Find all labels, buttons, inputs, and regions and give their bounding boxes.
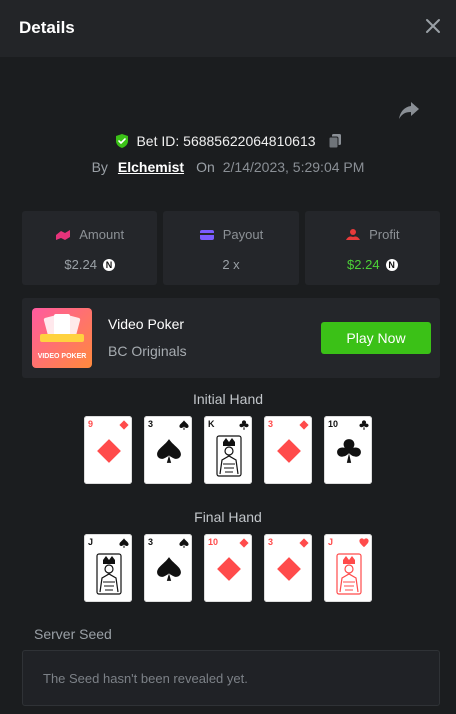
card-rank: 10 xyxy=(208,537,219,547)
diamond-suit-icon xyxy=(119,420,129,430)
card-rank: J xyxy=(88,537,94,547)
playing-card: J xyxy=(84,534,132,602)
copy-icon[interactable] xyxy=(328,133,342,149)
bet-id: Bet ID: 56885622064810613 xyxy=(136,133,316,149)
verified-shield-icon xyxy=(116,134,129,148)
on-label: On xyxy=(196,159,215,175)
profit-value: $2.24 xyxy=(347,257,380,272)
face-card-figure-icon xyxy=(96,553,122,595)
bet-stats: Amount $2.24 N Payout 2 x Profit $2.24 N xyxy=(22,211,440,285)
amount-icon xyxy=(56,229,71,240)
club-suit-icon xyxy=(359,420,369,430)
diamond-suit-icon xyxy=(277,439,301,463)
card-rank: K xyxy=(208,419,215,429)
playing-card: J xyxy=(324,534,372,602)
diamond-suit-icon xyxy=(277,557,301,581)
playing-card: 3 xyxy=(264,534,312,602)
bet-author-row: By Elchemist On 2/14/2023, 5:29:04 PM xyxy=(0,157,456,177)
playing-card: 3 xyxy=(144,416,192,484)
card-rank: 3 xyxy=(268,419,274,429)
playing-card: 10 xyxy=(324,416,372,484)
final-hand: J 3 10 3 J xyxy=(0,534,456,604)
card-rank: J xyxy=(328,537,334,547)
card-rank: 10 xyxy=(328,419,339,429)
wallet-icon xyxy=(199,229,214,240)
card-rank: 3 xyxy=(268,537,274,547)
share-icon[interactable] xyxy=(397,98,421,122)
stat-payout: Payout 2 x xyxy=(163,211,299,285)
initial-hand: 9 3 K 3 10 xyxy=(0,416,456,486)
amount-value: $2.24 xyxy=(64,257,97,272)
game-name: Video Poker xyxy=(108,316,185,332)
details-panel xyxy=(0,57,456,714)
playing-card: K xyxy=(204,416,252,484)
spade-suit-icon xyxy=(179,538,189,548)
diamond-suit-icon xyxy=(299,420,309,430)
amount-label: Amount xyxy=(79,227,125,242)
face-card-figure-icon xyxy=(336,553,362,595)
bet-id-row: Bet ID: 56885622064810613 xyxy=(0,130,456,152)
stat-profit: Profit $2.24 N xyxy=(304,211,440,285)
game-thumb-label: VIDEO POKER xyxy=(37,353,87,360)
close-icon[interactable] xyxy=(422,15,444,37)
playing-card: 9 xyxy=(84,416,132,484)
header-title: Details xyxy=(19,18,75,37)
playing-card: 10 xyxy=(204,534,252,602)
profit-label: Profit xyxy=(369,227,400,242)
playing-card: 3 xyxy=(264,416,312,484)
game-card: VIDEO POKER Video Poker BC Originals Pla… xyxy=(22,298,440,378)
spade-suit-icon xyxy=(179,420,189,430)
server-seed-label: Server Seed xyxy=(34,626,112,642)
card-rank: 3 xyxy=(148,537,154,547)
club-suit-icon xyxy=(239,420,249,430)
diamond-suit-icon xyxy=(217,557,241,581)
play-now-button[interactable]: Play Now xyxy=(321,322,431,354)
diamond-suit-icon xyxy=(299,538,309,548)
face-card-figure-icon xyxy=(216,435,242,477)
username-link[interactable]: Elchemist xyxy=(118,159,184,175)
currency-icon: N xyxy=(385,258,398,271)
spade-suit-icon xyxy=(157,439,181,463)
payout-value: 2 x xyxy=(222,257,240,272)
initial-hand-title: Initial Hand xyxy=(192,391,264,407)
diamond-suit-icon xyxy=(97,439,121,463)
currency-icon: N xyxy=(102,258,115,271)
final-hand-title: Final Hand xyxy=(194,509,262,525)
spade-suit-icon xyxy=(119,538,129,548)
game-thumbnail[interactable]: VIDEO POKER xyxy=(32,308,92,368)
profit-icon xyxy=(346,228,361,240)
club-suit-icon xyxy=(337,439,361,463)
server-seed-box: The Seed hasn't been revealed yet. xyxy=(22,650,440,706)
server-seed-message: The Seed hasn't been revealed yet. xyxy=(43,671,248,686)
by-label: By xyxy=(91,159,108,175)
game-provider: BC Originals xyxy=(108,343,187,359)
spade-suit-icon xyxy=(157,557,181,581)
heart-suit-icon xyxy=(359,538,369,548)
diamond-suit-icon xyxy=(239,538,249,548)
card-rank: 9 xyxy=(88,419,94,429)
bet-datetime: 2/14/2023, 5:29:04 PM xyxy=(222,159,365,175)
payout-label: Payout xyxy=(222,227,264,242)
details-header: Details xyxy=(0,0,456,57)
stat-amount: Amount $2.24 N xyxy=(22,211,158,285)
card-rank: 3 xyxy=(148,419,154,429)
playing-card: 3 xyxy=(144,534,192,602)
